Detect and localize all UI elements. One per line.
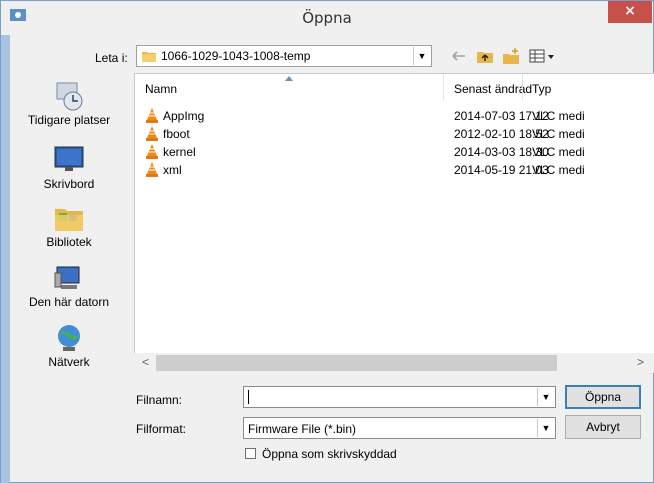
file-type: VLC medi bbox=[532, 109, 585, 123]
file-name: AppImg bbox=[163, 109, 205, 123]
place-label: Den här datorn bbox=[28, 295, 110, 309]
horizontal-scrollbar[interactable]: < > bbox=[134, 353, 654, 373]
chevron-down-icon[interactable]: ▼ bbox=[537, 419, 554, 437]
sort-arrow-icon bbox=[285, 76, 293, 81]
column-separator bbox=[443, 74, 444, 100]
lookin-value: 1066-1029-1043-1008-temp bbox=[161, 49, 311, 63]
lookin-combobox[interactable]: 1066-1029-1043-1008-temp ▼ bbox=[136, 45, 432, 67]
place-label: Tidigare platser bbox=[27, 113, 111, 127]
title-bar[interactable]: Öppna × bbox=[1, 1, 653, 35]
file-name: kernel bbox=[163, 145, 196, 159]
vlc-file-icon bbox=[146, 108, 158, 123]
column-header-name[interactable]: Namn bbox=[145, 82, 177, 96]
open-dialog: Öppna × Leta i: 1066-1029-1043-1008-temp… bbox=[0, 0, 654, 483]
place-computer[interactable]: Den här datorn bbox=[10, 263, 128, 309]
new-folder-icon[interactable] bbox=[502, 47, 520, 65]
filetype-label: Filformat: bbox=[136, 422, 187, 436]
column-header-type[interactable]: Typ bbox=[532, 82, 551, 96]
table-row[interactable]: kernel 2014-03-03 18:30 VLC medi bbox=[135, 143, 654, 161]
table-row[interactable]: xml 2014-05-19 21:03 VLC medi bbox=[135, 161, 654, 179]
file-type: VLC medi bbox=[532, 163, 585, 177]
file-list[interactable]: Namn Senast ändrad Typ AppImg 2014-07-03… bbox=[134, 73, 654, 373]
place-libraries[interactable]: Bibliotek bbox=[10, 203, 128, 249]
vlc-file-icon bbox=[146, 162, 158, 177]
readonly-label[interactable]: Öppna som skrivskyddad bbox=[262, 447, 397, 461]
place-label: Nätverk bbox=[48, 355, 90, 369]
filetype-combobox[interactable]: Firmware File (*.bin) ▼ bbox=[243, 417, 556, 439]
place-label: Bibliotek bbox=[46, 235, 92, 249]
chevron-down-icon[interactable]: ▼ bbox=[537, 388, 554, 406]
file-name: xml bbox=[163, 163, 182, 177]
desktop-icon bbox=[54, 146, 84, 171]
place-desktop[interactable]: Skrivbord bbox=[10, 145, 128, 191]
vlc-file-icon bbox=[146, 144, 158, 159]
open-button[interactable]: Öppna bbox=[565, 385, 641, 409]
file-name: fboot bbox=[163, 127, 190, 141]
scroll-left-icon[interactable]: < bbox=[142, 355, 149, 369]
chevron-down-icon[interactable]: ▼ bbox=[413, 47, 430, 65]
recent-places-icon bbox=[56, 82, 83, 111]
table-row[interactable]: AppImg 2014-07-03 17:12 VLC medi bbox=[135, 107, 654, 125]
column-separator bbox=[522, 74, 523, 100]
libraries-icon bbox=[55, 209, 83, 231]
file-type: VLC medi bbox=[532, 145, 585, 159]
place-network[interactable]: Nätverk bbox=[10, 323, 128, 369]
file-type: VLC medi bbox=[532, 127, 585, 141]
filename-label: Filnamn: bbox=[136, 393, 183, 407]
vlc-file-icon bbox=[146, 126, 158, 141]
network-icon bbox=[58, 325, 80, 351]
scrollbar-thumb[interactable] bbox=[156, 355, 557, 371]
column-header-date[interactable]: Senast ändrad bbox=[454, 82, 532, 96]
computer-icon bbox=[54, 266, 80, 289]
scroll-right-icon[interactable]: > bbox=[637, 355, 644, 369]
place-recent[interactable]: Tidigare platser bbox=[10, 81, 128, 127]
close-button[interactable]: × bbox=[608, 1, 652, 23]
lookin-label: Leta i: bbox=[95, 51, 128, 65]
cancel-button[interactable]: Avbryt bbox=[565, 415, 641, 439]
window-frame-strip bbox=[1, 35, 10, 483]
filetype-value: Firmware File (*.bin) bbox=[248, 422, 357, 436]
folder-icon bbox=[142, 52, 156, 62]
back-arrow-icon[interactable] bbox=[450, 47, 468, 65]
text-caret bbox=[248, 390, 249, 404]
window-title: Öppna bbox=[302, 9, 352, 27]
places-bar: Tidigare platser Skrivbord Bibliotek Den… bbox=[10, 73, 128, 383]
place-label: Skrivbord bbox=[43, 177, 95, 191]
view-menu-icon[interactable] bbox=[529, 47, 557, 65]
table-row[interactable]: fboot 2012-02-10 18:52 VLC medi bbox=[135, 125, 654, 143]
up-folder-icon[interactable] bbox=[476, 47, 494, 65]
filename-combobox[interactable]: ▼ bbox=[243, 386, 556, 408]
readonly-checkbox[interactable] bbox=[245, 448, 256, 459]
